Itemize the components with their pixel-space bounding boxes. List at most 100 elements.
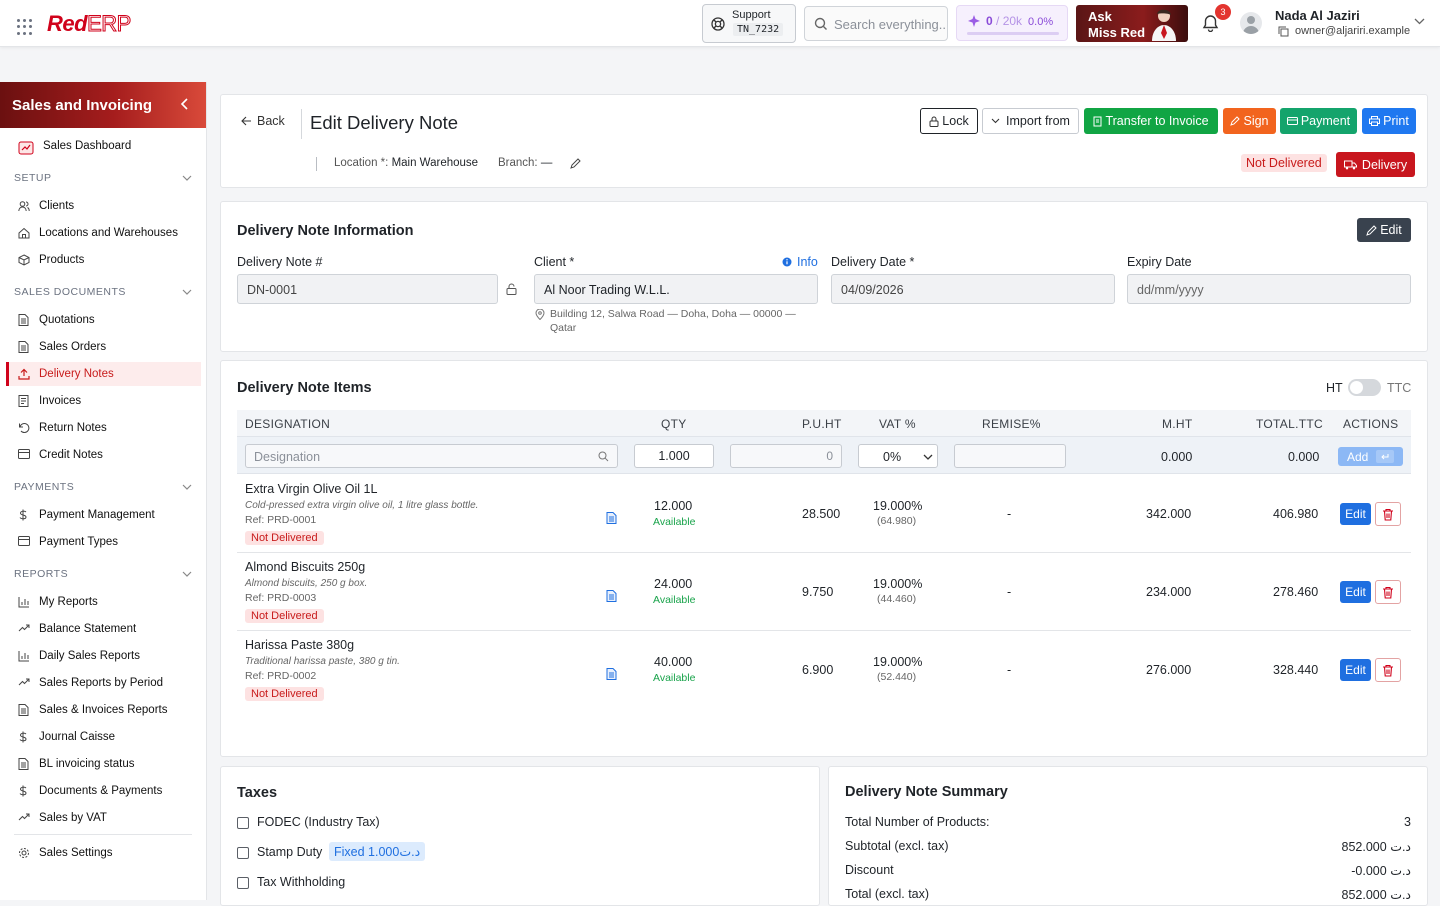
expiry-date-input[interactable]: dd/mm/yyyy: [1127, 274, 1411, 304]
ht-ttc-toggle[interactable]: [1348, 379, 1381, 396]
stamp-duty-checkbox[interactable]: [237, 847, 249, 859]
item-remise: -: [1007, 585, 1012, 599]
document-icon[interactable]: [606, 668, 617, 680]
sidebar-item-sales-dashboard[interactable]: Sales Dashboard: [0, 134, 207, 158]
sidebar-item-locations[interactable]: Locations and Warehouses: [0, 221, 207, 245]
item-qty: 40.000: [654, 655, 693, 669]
item-ttc: 278.460: [1273, 585, 1319, 599]
sidebar-item-invoices[interactable]: Invoices: [0, 389, 207, 413]
sidebar-item-balance-statement[interactable]: Balance Statement: [0, 617, 207, 641]
item-remise: -: [1007, 663, 1012, 677]
document-icon: [18, 341, 29, 353]
price-input[interactable]: 0: [730, 444, 842, 468]
back-button[interactable]: Back: [241, 114, 285, 128]
ai-credits[interactable]: 0 / 20k 0.0%: [956, 5, 1068, 41]
add-label: Add: [1347, 450, 1369, 464]
sidebar-item-products[interactable]: Products: [0, 248, 207, 272]
item-price: 9.750: [802, 585, 834, 599]
copy-icon[interactable]: [1278, 26, 1289, 37]
payment-button[interactable]: Payment: [1280, 108, 1357, 134]
sidebar-item-journal-caisse[interactable]: Journal Caisse: [0, 725, 207, 749]
item-vat: 19.000%: [873, 577, 923, 591]
sidebar-title: Sales and Invoicing: [12, 97, 153, 114]
document-icon[interactable]: [606, 590, 617, 602]
app-grid-icon[interactable]: [17, 19, 33, 35]
chevron-down-icon[interactable]: [182, 289, 192, 295]
sidebar-item-payment-management[interactable]: Payment Management: [0, 503, 207, 527]
summary-row: Total Number of Products: 3: [845, 815, 1411, 829]
qty-input[interactable]: 1.000: [634, 444, 714, 468]
sidebar-item-quotations[interactable]: Quotations: [0, 308, 207, 332]
item-ref: Ref: PRD-0003: [245, 592, 317, 604]
remise-input[interactable]: [954, 444, 1066, 468]
branch-field[interactable]: Branch: —: [498, 157, 552, 169]
delete-item-button[interactable]: [1375, 502, 1401, 526]
document-icon[interactable]: [606, 512, 617, 524]
sidebar-item-label: Sales Dashboard: [43, 140, 132, 152]
global-search[interactable]: Search everything...: [804, 6, 948, 41]
sidebar-item-return-notes[interactable]: Return Notes: [0, 416, 207, 440]
import-from-button[interactable]: Import from: [982, 108, 1079, 134]
sidebar-item-delivery-notes[interactable]: Delivery Notes: [6, 362, 201, 386]
sidebar-item-label: Sales Orders: [39, 341, 107, 353]
chevron-down-icon[interactable]: [182, 175, 192, 181]
pencil-icon[interactable]: [570, 158, 581, 169]
edit-item-button[interactable]: Edit: [1340, 503, 1371, 525]
fodec-checkbox[interactable]: [237, 817, 249, 829]
withholding-checkbox[interactable]: [237, 877, 249, 889]
sidebar-item-sales-reports-period[interactable]: Sales Reports by Period: [0, 671, 207, 695]
edit-item-button[interactable]: Edit: [1340, 581, 1371, 603]
delivery-date-input[interactable]: 04/09/2026: [831, 274, 1115, 304]
client-select[interactable]: Al Noor Trading W.L.L.: [534, 274, 818, 304]
user-name[interactable]: Nada Al Jaziri: [1275, 8, 1360, 23]
sidebar-item-sales-invoices-reports[interactable]: Sales & Invoices Reports: [0, 698, 207, 722]
user-email: owner@aljariri.example: [1295, 25, 1411, 37]
client-info-link[interactable]: Info: [782, 255, 818, 269]
lock-button[interactable]: Lock: [920, 108, 978, 134]
edit-info-button[interactable]: Edit: [1357, 218, 1411, 242]
delete-item-button[interactable]: [1375, 658, 1401, 682]
back-label: Back: [257, 114, 285, 128]
sidebar-item-label: Balance Statement: [39, 623, 137, 635]
edit-item-button[interactable]: Edit: [1340, 659, 1371, 681]
delete-item-button[interactable]: [1375, 580, 1401, 604]
sidebar-item-bl-invoicing-status[interactable]: BL invoicing status: [0, 752, 207, 776]
sign-button[interactable]: Sign: [1223, 108, 1276, 134]
sidebar-item-label: Sales by VAT: [39, 812, 107, 824]
collapse-sidebar-icon[interactable]: [180, 98, 190, 110]
designation-input[interactable]: Designation: [245, 444, 618, 468]
item-qty: 24.000: [654, 577, 693, 591]
logo[interactable]: RedERP: [47, 11, 132, 37]
chevron-down-icon[interactable]: [1414, 18, 1425, 25]
location-field[interactable]: Location *: Main Warehouse: [334, 157, 478, 169]
chevron-down-icon[interactable]: [182, 484, 192, 490]
search-input[interactable]: Search everything...: [834, 17, 946, 32]
sidebar-item-documents-payments[interactable]: Documents & Payments: [0, 779, 207, 803]
ask-miss-red-button[interactable]: Ask Miss Red: [1076, 5, 1188, 42]
add-item-button[interactable]: Add: [1338, 447, 1403, 466]
chevron-down-icon: [923, 454, 933, 460]
chevron-down-icon[interactable]: [182, 571, 192, 577]
sidebar-item-payment-types[interactable]: Payment Types: [0, 530, 207, 554]
sidebar-item-sales-settings[interactable]: Sales Settings: [0, 841, 207, 865]
sidebar-item-my-reports[interactable]: My Reports: [0, 590, 207, 614]
sidebar-item-daily-sales-reports[interactable]: Daily Sales Reports: [0, 644, 207, 668]
sidebar-item-sales-by-vat[interactable]: Sales by VAT: [0, 806, 207, 830]
support-button[interactable]: Support TN_7232: [702, 4, 796, 43]
vat-select[interactable]: 0%: [858, 444, 938, 468]
client-address-line2: Qatar: [550, 322, 577, 334]
sidebar-item-label: Payment Management: [39, 509, 155, 521]
sidebar-item-label: Sales & Invoices Reports: [39, 704, 168, 716]
sidebar-item-clients[interactable]: Clients: [0, 194, 207, 218]
transfer-to-invoice-button[interactable]: Transfer to Invoice: [1084, 108, 1218, 134]
sidebar-item-credit-notes[interactable]: Credit Notes: [0, 443, 207, 467]
sidebar-item-sales-orders[interactable]: Sales Orders: [0, 335, 207, 359]
home-icon: [18, 227, 30, 239]
print-button[interactable]: Print: [1362, 108, 1416, 134]
unlock-icon[interactable]: [506, 283, 517, 295]
note-number-input[interactable]: DN-0001: [237, 274, 498, 304]
delivery-button[interactable]: Delivery: [1336, 152, 1415, 177]
stamp-duty-badge: Fixed 1.000د.ت: [329, 842, 426, 861]
withholding-label: Tax Withholding: [257, 875, 346, 889]
avatar[interactable]: [1240, 12, 1262, 34]
